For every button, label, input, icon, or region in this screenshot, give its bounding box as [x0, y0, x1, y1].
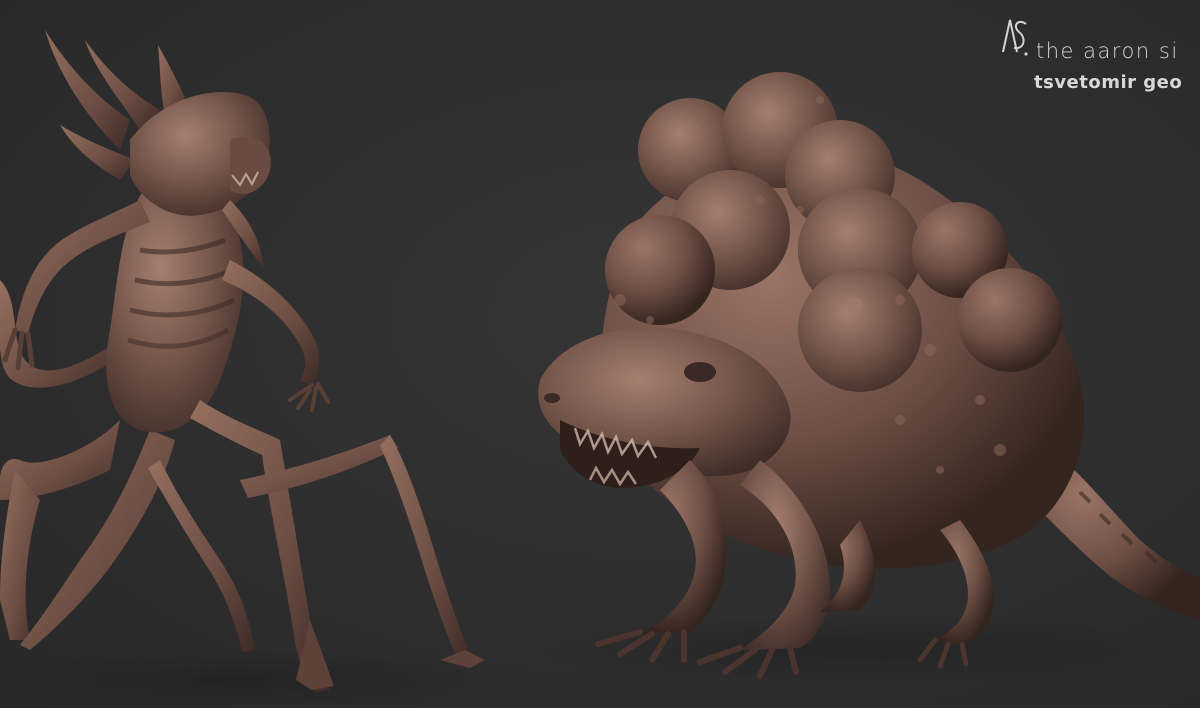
studio-logo-icon [1002, 19, 1028, 56]
beast-creature-sculpt [530, 72, 1200, 686]
watermark-artist-name: tsvetomir geo [1034, 72, 1183, 93]
alien-creature-sculpt [0, 30, 500, 708]
sculpt-render [0, 30, 1200, 708]
watermark-studio-name: the aaron si [1036, 39, 1179, 63]
watermark: the aaron si tsvetomir geo [996, 14, 1200, 104]
viewport: the aaron si tsvetomir geo [0, 0, 1200, 708]
